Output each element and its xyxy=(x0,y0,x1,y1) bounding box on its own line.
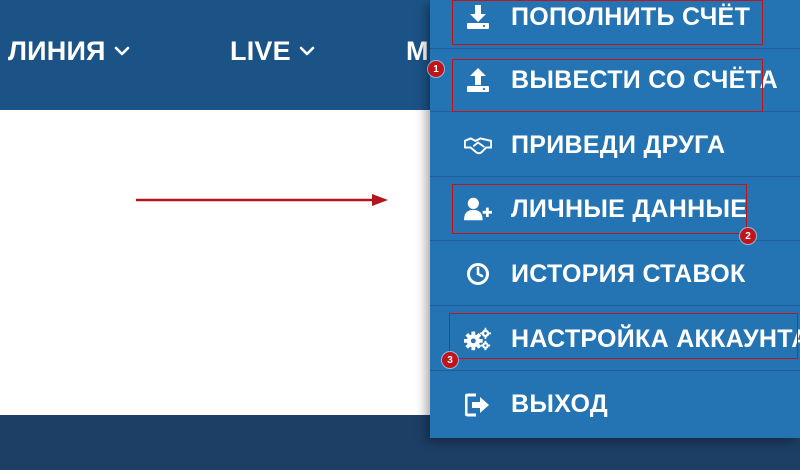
menu-item-label: ПРИВЕДИ ДРУГА xyxy=(511,130,726,159)
highlight-box-account-settings xyxy=(449,313,798,359)
chevron-down-icon xyxy=(114,46,129,56)
highlight-box-withdraw xyxy=(452,59,763,112)
clock-icon xyxy=(464,260,492,288)
menu-item-invite-friend[interactable]: ПРИВЕДИ ДРУГА xyxy=(430,114,800,177)
nav-item-live[interactable]: LIVE xyxy=(230,31,315,71)
chevron-down-icon xyxy=(299,46,315,56)
annotation-badge-2: 2 xyxy=(740,228,756,244)
menu-item-bet-history[interactable]: ИСТОРИЯ СТАВОК xyxy=(430,243,800,306)
handshake-icon xyxy=(464,131,492,159)
nav-item-label: LIVE xyxy=(230,35,291,66)
annotation-arrow xyxy=(136,194,388,206)
nav-item-label: М xyxy=(406,35,429,66)
nav-item-more[interactable]: М xyxy=(406,31,429,71)
menu-item-logout[interactable]: ВЫХОД xyxy=(430,373,800,436)
logout-icon xyxy=(464,391,492,419)
nav-item-label: ЛИНИЯ xyxy=(8,35,106,66)
menu-item-label: ВЫХОД xyxy=(511,390,608,418)
highlight-box-deposit xyxy=(452,0,763,45)
menu-item-label: ИСТОРИЯ СТАВОК xyxy=(511,259,746,288)
highlight-box-personal-data xyxy=(452,184,747,234)
annotation-badge-1: 1 xyxy=(428,61,444,77)
nav-item-liniya[interactable]: ЛИНИЯ xyxy=(8,31,130,71)
annotation-badge-3: 3 xyxy=(442,352,458,368)
